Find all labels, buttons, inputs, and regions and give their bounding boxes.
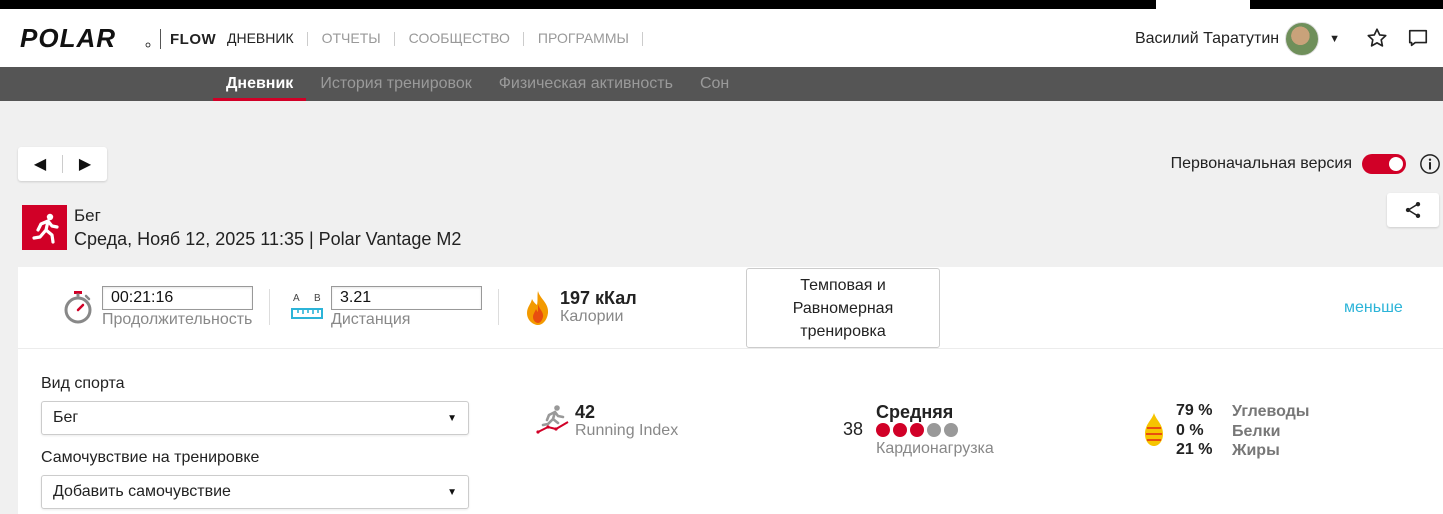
nutrition-carbs-label: Углеводы [1232, 403, 1310, 420]
share-icon [1405, 202, 1421, 218]
nav-item-label: ОТЧЕТЫ [321, 30, 381, 46]
star-icon[interactable] [1366, 27, 1388, 49]
svg-text:A: A [293, 293, 300, 304]
nutrition-protein-label: Белки [1232, 423, 1281, 440]
subnav-item-sleep[interactable]: Сон [687, 67, 742, 101]
training-type-tag[interactable]: Темповая и Равномерная тренировка [746, 268, 940, 348]
cardio-dot-filled [910, 423, 924, 437]
caret-down-icon[interactable]: ▼ [1329, 33, 1340, 45]
header: POLAR FLOW ДНЕВНИК ОТЧЕТЫ СООБЩЕСТВО ПРО… [0, 9, 1443, 67]
nav-item-diary[interactable]: ДНЕВНИК [213, 9, 308, 67]
nav-item-label: СООБЩЕСТВО [408, 30, 510, 46]
svg-text:B: B [314, 293, 321, 304]
avatar[interactable] [1285, 22, 1320, 56]
chevron-down-icon: ▼ [447, 486, 457, 498]
nav-item-label: ПРОГРАММЫ [537, 30, 629, 46]
less-link[interactable]: меньше [1344, 299, 1403, 317]
prev-next-control: ◀ ▶ [18, 147, 107, 181]
calories-label: Калории [560, 308, 624, 325]
nutrition-carbs-pct: 79 % [1176, 402, 1213, 419]
polar-logo[interactable]: POLAR [20, 26, 152, 50]
feeling-label: Самочувствие на тренировке [41, 449, 260, 466]
energy-sources-icon [1145, 413, 1163, 446]
feeling-select[interactable]: Добавить самочувствие ▼ [41, 475, 469, 509]
nav-item-programs[interactable]: ПРОГРАММЫ [524, 9, 643, 67]
nutrition-protein-pct: 0 % [1176, 422, 1204, 439]
feeling-value: Добавить самочувствие [53, 483, 231, 500]
cardio-load-dots [876, 423, 958, 437]
sub-nav: Дневник История тренировок Физическая ак… [0, 67, 1443, 101]
next-arrow-button[interactable]: ▶ [63, 147, 107, 181]
distance-field[interactable]: 3.21 [331, 286, 482, 310]
nutrition-fat-pct: 21 % [1176, 441, 1213, 458]
cardio-load-level: Средняя [876, 402, 954, 422]
nav-item-label: ДНЕВНИК [227, 30, 294, 46]
version-toggle[interactable] [1362, 154, 1406, 174]
top-strip [0, 0, 1443, 9]
nav-item-community[interactable]: СООБЩЕСТВО [395, 9, 524, 67]
duration-field[interactable]: 00:21:16 [102, 286, 253, 310]
username: Василий Таратутин [1134, 30, 1280, 47]
sport-type-value: Бег [53, 409, 79, 426]
main-nav: ДНЕВНИК ОТЧЕТЫ СООБЩЕСТВО ПРОГРАММЫ [213, 9, 643, 67]
version-control: Первоначальная версия [1171, 154, 1406, 174]
sport-title: Бег [74, 206, 101, 225]
summary-card: 00:21:16 Продолжительность A B 3.21 Дист… [18, 267, 1443, 514]
cardio-load-label: Кардионагрузка [876, 440, 994, 457]
share-button[interactable] [1387, 193, 1439, 227]
cardio-dot-empty [944, 423, 958, 437]
running-index-label: Running Index [575, 422, 679, 439]
stopwatch-icon [64, 291, 92, 324]
prev-arrow-button[interactable]: ◀ [18, 147, 62, 181]
sport-type-select[interactable]: Бег ▼ [41, 401, 469, 435]
subnav-item-training-history[interactable]: История тренировок [307, 67, 484, 101]
nutrition-fat-label: Жиры [1232, 442, 1280, 459]
running-index-icon [536, 405, 569, 434]
cardio-dot-filled [876, 423, 890, 437]
calories-value: 197 кКал [560, 288, 637, 308]
distance-ruler-icon: A B [291, 293, 323, 319]
chat-icon[interactable] [1407, 27, 1429, 49]
version-label: Первоначальная версия [1170, 155, 1352, 172]
sport-type-label: Вид спорта [41, 375, 125, 392]
polar-logo-text: POLAR [20, 26, 116, 50]
flame-icon [527, 291, 549, 325]
info-icon[interactable] [1419, 153, 1441, 175]
cardio-dot-filled [893, 423, 907, 437]
nav-item-reports[interactable]: ОТЧЕТЫ [308, 9, 395, 67]
duration-label: Продолжительность [102, 311, 253, 328]
top-strip-gap [1156, 0, 1250, 9]
session-datetime-device: Среда, Нояб 12, 2025 11:35 | Polar Vanta… [74, 229, 462, 249]
subnav-item-diary[interactable]: Дневник [213, 67, 307, 101]
user-menu[interactable]: Василий Таратутин ▼ [1135, 22, 1340, 56]
running-index-value: 42 [575, 402, 596, 422]
chevron-down-icon: ▼ [447, 412, 457, 424]
flow-label[interactable]: FLOW [170, 31, 216, 48]
running-sport-icon [22, 205, 67, 250]
distance-label: Дистанция [331, 311, 411, 328]
cardio-dot-empty [927, 423, 941, 437]
logo-separator [160, 29, 161, 49]
cardio-load-value: 38 [843, 419, 864, 439]
subnav-item-activity[interactable]: Физическая активность [486, 67, 686, 101]
